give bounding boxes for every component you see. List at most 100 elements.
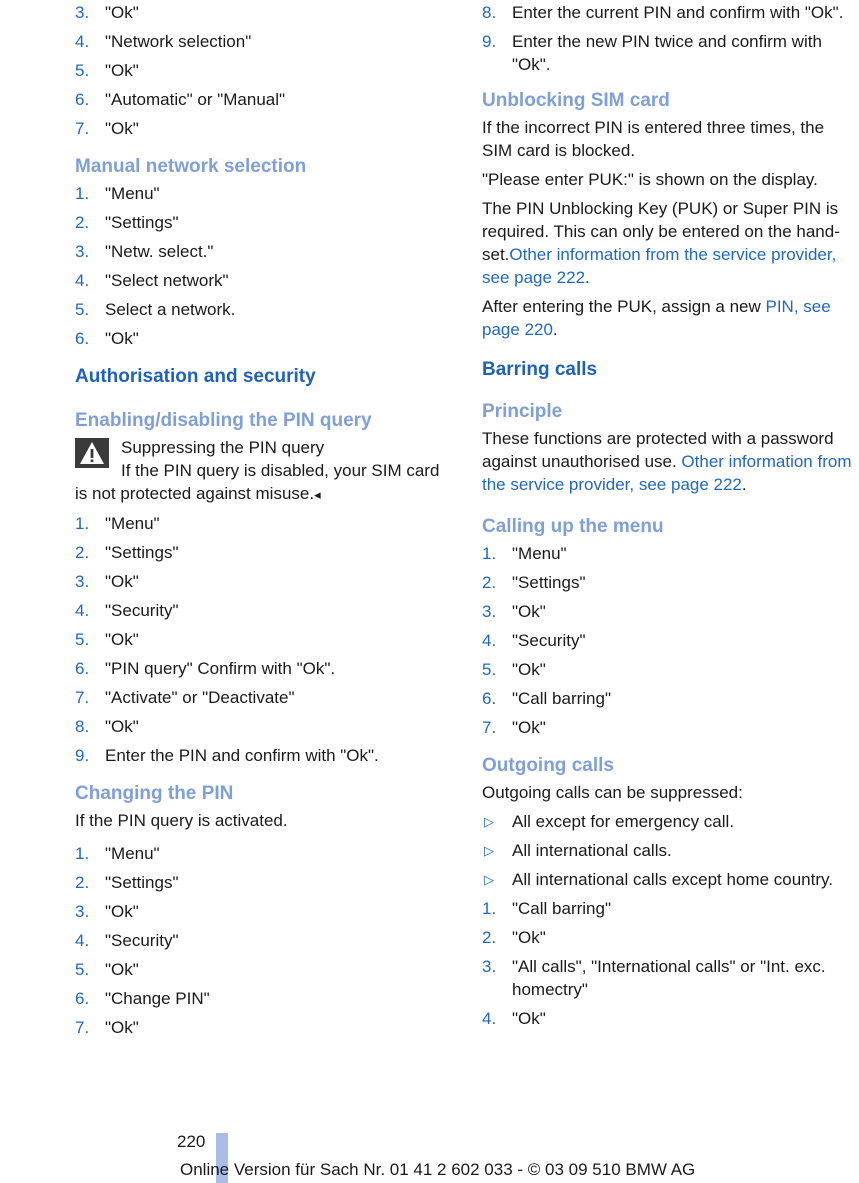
list-step: 1. "Call barring"	[482, 897, 858, 920]
principle-text: These functions are protected with a pas…	[482, 429, 852, 494]
step-number: 4.	[75, 601, 90, 620]
step-number: 3.	[482, 957, 497, 976]
list-step: 1. "Menu"	[75, 512, 455, 535]
outgoing-calls-heading: Outgoing calls	[482, 755, 614, 776]
list-step: 2. "Ok"	[482, 926, 858, 949]
step-number: 4.	[482, 1009, 497, 1028]
unblock-text-4-body: After entering the PUK, assign a new	[482, 297, 766, 316]
step-number: 6.	[482, 689, 497, 708]
step-text: "Security"	[105, 931, 179, 950]
pin-query-heading: Enabling/disabling the PIN query	[75, 410, 372, 431]
footer-copyright: Online Version für Sach Nr. 01 41 2 602 …	[180, 1160, 696, 1179]
step-text: "Ok"	[105, 572, 139, 591]
step-text: "Ok"	[105, 717, 139, 736]
list-step: 2. "Settings"	[482, 571, 858, 594]
step-text: "Menu"	[105, 514, 160, 533]
left-column: 3. "Ok" 4. "Network selection" 5. "Ok" 6. "Auto…	[75, 0, 455, 1045]
step-number: 7.	[482, 718, 497, 737]
list-step: 3. "Ok"	[482, 600, 858, 623]
bullet-item: ▷ All except for emergency call.	[482, 810, 858, 833]
step-text: "Activate" or "Deactivate"	[105, 688, 295, 707]
step-text: "Settings"	[512, 573, 586, 592]
step-text: Enter the new PIN twice and confirm with…	[512, 32, 822, 74]
step-text: "Select network"	[105, 271, 229, 290]
step-text: "Automatic" or "Manual"	[105, 90, 286, 109]
step-text: "Ok"	[512, 718, 546, 737]
step-number: 7.	[75, 1018, 90, 1037]
pin-query-steps: 1. "Menu" 2. "Settings" 3. "Ok" 4. "Security" 5.…	[75, 512, 455, 767]
list-step: 2. "Settings"	[75, 871, 455, 894]
step-text: "Menu"	[512, 544, 567, 563]
step-number: 7.	[75, 688, 90, 707]
list-step: 4. "Network selection"	[75, 30, 455, 53]
step-number: 6.	[75, 989, 90, 1008]
step-text: "Security"	[512, 631, 586, 650]
unblock-text-3: The PIN Unblocking Key (PUK) or Super PI…	[482, 199, 840, 287]
bullet-text: All international calls.	[512, 841, 672, 860]
list-step: 1. "Menu"	[75, 842, 455, 865]
step-text: "Ok"	[105, 902, 139, 921]
bullet-text: All international calls except home coun…	[512, 870, 833, 889]
list-step: 7. "Ok"	[75, 117, 455, 140]
chapter-side-tab: Telephone in the rear	[2, 0, 38, 400]
barring-calls-heading: Barring calls	[482, 359, 598, 380]
step-number: 3.	[75, 3, 90, 22]
step-text: "All calls", "International calls" or "I…	[512, 957, 826, 999]
list-step: 3. "Ok"	[75, 1, 455, 24]
triangle-bullet-icon: ▷	[484, 843, 494, 858]
step-number: 1.	[482, 899, 497, 918]
list-step: 9. Enter the PIN and confirm with "Ok".	[75, 744, 455, 767]
step-number: 3.	[482, 602, 497, 621]
list-step: 9. Enter the new PIN twice and confirm wi…	[482, 30, 858, 76]
list-step: 7. "Ok"	[482, 716, 858, 739]
unblock-text-2: "Please enter PUK:" is shown on the disp…	[482, 170, 818, 189]
step-number: 4.	[75, 32, 90, 51]
changing-pin-heading: Changing the PIN	[75, 783, 234, 804]
list-step: 4. "Security"	[75, 929, 455, 952]
step-number: 5.	[75, 630, 90, 649]
list-step: 5. "Ok"	[75, 628, 455, 651]
list-step: 4. "Security"	[482, 629, 858, 652]
step-text: Enter the current PIN and confirm with "…	[512, 3, 844, 22]
list-step: 8. Enter the current PIN and confirm with…	[482, 1, 858, 24]
list-step: 6. "Change PIN"	[75, 987, 455, 1010]
step-number: 5.	[75, 61, 90, 80]
step-number: 8.	[75, 717, 90, 736]
step-text: "Ok"	[105, 3, 139, 22]
list-step: 1. "Menu"	[75, 182, 455, 205]
changing-pin-steps-cont: 8. Enter the current PIN and confirm with…	[482, 1, 858, 76]
list-step: 3. "Ok"	[75, 570, 455, 593]
step-number: 5.	[482, 660, 497, 679]
service-provider-link[interactable]: Other information from the service provi…	[482, 245, 836, 287]
list-step: 6. "Ok"	[75, 327, 455, 350]
list-step: 6. "Automatic" or "Manual"	[75, 88, 455, 111]
principle-heading: Principle	[482, 401, 563, 422]
list-step: 5. "Ok"	[75, 958, 455, 981]
step-text: "Menu"	[105, 184, 160, 203]
page-number: 220	[177, 1132, 206, 1151]
unblock-text-1: If the incorrect PIN is entered three ti…	[482, 118, 825, 160]
unblock-text-4: After entering the PUK, assign a new PIN…	[482, 297, 831, 339]
list-step: 2. "Settings"	[75, 211, 455, 234]
step-text: "Network selection"	[105, 32, 252, 51]
step-number: 7.	[75, 119, 90, 138]
list-step: 5. Select a network.	[75, 298, 455, 321]
list-step: 7. "Activate" or "Deactivate"	[75, 686, 455, 709]
changing-pin-intro: If the PIN query is activated.	[75, 811, 288, 830]
step-text: "Settings"	[105, 213, 179, 232]
right-column: 8. Enter the current PIN and confirm with…	[482, 0, 858, 1036]
step-text: "Ok"	[512, 1009, 546, 1028]
step-number: 4.	[482, 631, 497, 650]
step-number: 3.	[75, 572, 90, 591]
warning-text-wrap: If the PIN query is disabled, your SIM c…	[75, 459, 455, 506]
outgoing-steps: 1. "Call barring" 2. "Ok" 3. "All calls", "In…	[482, 897, 858, 1030]
step-text: "Ok"	[105, 61, 139, 80]
step-number: 5.	[75, 300, 90, 319]
manual-network-steps: 1. "Menu" 2. "Settings" 3. "Netw. select." 4. "…	[75, 182, 455, 350]
chapter-title: Telephone in the rear	[34, 8, 38, 370]
outgoing-intro: Outgoing calls can be suppressed:	[482, 783, 743, 802]
list-step: 7. "Ok"	[75, 1016, 455, 1039]
step-number: 3.	[75, 242, 90, 261]
step-text: "Change PIN"	[105, 989, 210, 1008]
step-text: "Menu"	[105, 844, 160, 863]
